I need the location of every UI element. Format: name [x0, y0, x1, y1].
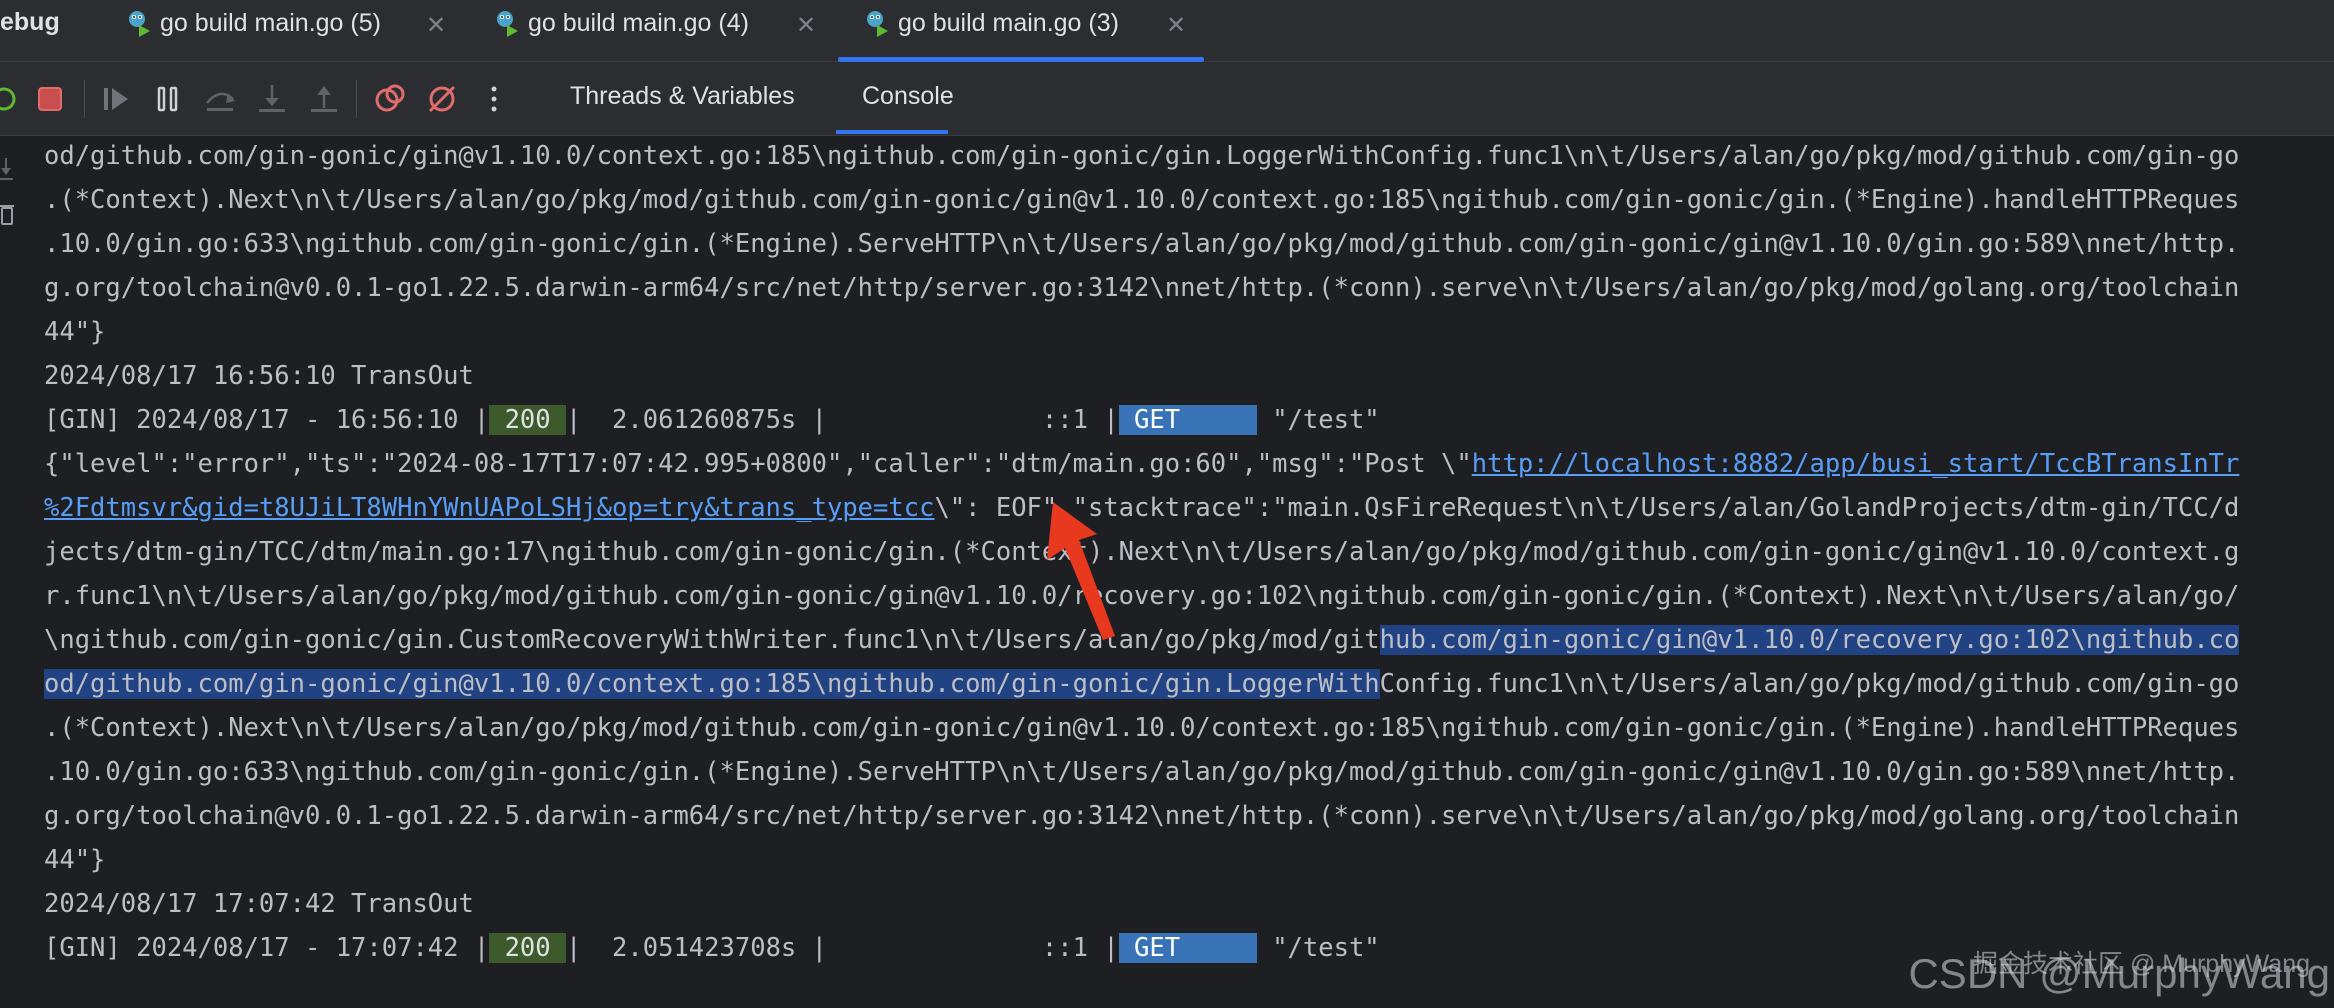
- console-line: od/github.com/gin-gonic/gin@v1.10.0/cont…: [44, 141, 2240, 171]
- step-over-icon[interactable]: [202, 81, 238, 117]
- panel-title: ebug: [0, 8, 60, 36]
- gin-log-line: [GIN] 2024/08/17 - 16:56:10 | 200 | 2.06…: [44, 400, 1380, 440]
- view-breakpoints-icon[interactable]: [372, 81, 408, 117]
- tab-label: go build main.go (4): [528, 9, 749, 37]
- pause-icon[interactable]: [150, 81, 186, 117]
- console-line: .(*Context).Next\n\t/Users/alan/go/pkg/m…: [44, 185, 2240, 215]
- tab-threads-variables[interactable]: Threads & Variables: [570, 82, 795, 111]
- text-selection: hub.com/gin-gonic/gin@v1.10.0/recovery.g…: [1379, 625, 2240, 655]
- console-line: r.func1\n\t/Users/alan/go/pkg/mod/github…: [44, 581, 2240, 611]
- request-url-link[interactable]: %2Fdtmsvr&gid=t8UJiLT8WHnYWnUAPoLSHj&op=…: [44, 493, 934, 523]
- go-run-config-icon: [129, 11, 150, 37]
- stop-icon[interactable]: [32, 81, 68, 117]
- tab-label: go build main.go (5): [160, 9, 381, 37]
- console-line: .(*Context).Next\n\t/Users/alan/go/pkg/m…: [44, 713, 2240, 743]
- console-gutter: [0, 136, 34, 1008]
- gin-log-prefix: [GIN] 2024/08/17 - 16:56:10 |: [44, 405, 490, 435]
- tab-go-build-3[interactable]: go build main.go (3) ✕: [864, 0, 1204, 62]
- request-path: "/test": [1256, 405, 1380, 435]
- console-line: jects/dtm-gin/TCC/dtm/main.go:17\ngithub…: [44, 537, 2240, 567]
- gin-log-timing: | 2.061260875s | ::1 |: [565, 405, 1119, 435]
- request-url-link[interactable]: http://localhost:8882/app/busi_start/Tcc…: [1472, 449, 2240, 479]
- tab-label: go build main.go (3): [898, 9, 1119, 37]
- close-icon[interactable]: ✕: [796, 11, 816, 40]
- scroll-to-end-icon[interactable]: [0, 156, 18, 182]
- text-selection: od/github.com/gin-gonic/gin@v1.10.0/cont…: [44, 669, 1380, 699]
- watermark: CSDN @MurphyWang: [1908, 950, 2330, 997]
- console-output[interactable]: od/github.com/gin-gonic/gin@v1.10.0/cont…: [44, 136, 2334, 1008]
- more-icon[interactable]: [476, 81, 512, 117]
- console-text: Config.func1\n\t/Users/alan/go/pkg/mod/g…: [1379, 669, 2240, 699]
- console-line: .10.0/gin.go:633\ngithub.com/gin-gonic/g…: [44, 229, 2240, 259]
- console-line: {"level":"error","ts":"2024-08-17T17:07:…: [44, 444, 2239, 484]
- step-out-icon[interactable]: [306, 81, 342, 117]
- method-badge: GET: [1118, 405, 1257, 435]
- go-run-config-icon: [497, 11, 518, 37]
- step-into-icon[interactable]: [254, 81, 290, 117]
- close-icon[interactable]: ✕: [1166, 11, 1186, 40]
- console-line: 44"}: [44, 317, 106, 347]
- console-line: 44"}: [44, 845, 106, 875]
- error-json-text: \": EOF","stacktrace":"main.QsFireReques…: [934, 493, 2240, 523]
- console-line: %2Fdtmsvr&gid=t8UJiLT8WHnYWnUAPoLSHj&op=…: [44, 488, 2239, 528]
- request-path: "/test": [1256, 933, 1380, 963]
- console-line: \ngithub.com/gin-gonic/gin.CustomRecover…: [44, 620, 2240, 660]
- gin-log-timing: | 2.051423708s | ::1 |: [565, 933, 1119, 963]
- console-line: g.org/toolchain@v0.0.1-go1.22.5.darwin-a…: [44, 273, 2240, 303]
- tab-go-build-4[interactable]: go build main.go (4) ✕: [494, 0, 824, 62]
- gin-log-prefix: [GIN] 2024/08/17 - 17:07:42 |: [44, 933, 490, 963]
- go-run-config-icon: [867, 11, 888, 37]
- active-subtab-indicator: [836, 130, 948, 134]
- resume-icon[interactable]: [98, 81, 134, 117]
- console-line: .10.0/gin.go:633\ngithub.com/gin-gonic/g…: [44, 757, 2240, 787]
- mute-breakpoints-icon[interactable]: [424, 81, 460, 117]
- tab-console[interactable]: Console: [862, 82, 954, 111]
- toolbar-separator: [84, 80, 85, 118]
- run-tab-bar: ebug go build main.go (5) ✕ go build mai…: [0, 0, 2334, 62]
- method-badge: GET: [1118, 933, 1257, 963]
- rerun-icon[interactable]: [0, 81, 22, 117]
- console-line: 2024/08/17 17:07:42 TransOut: [44, 889, 474, 919]
- status-badge: 200: [489, 933, 566, 963]
- clear-all-icon[interactable]: [0, 202, 18, 228]
- gin-log-line: [GIN] 2024/08/17 - 17:07:42 | 200 | 2.05…: [44, 928, 1380, 968]
- console-line: 2024/08/17 16:56:10 TransOut: [44, 361, 474, 391]
- toolbar-separator: [356, 80, 357, 118]
- tab-go-build-5[interactable]: go build main.go (5) ✕: [126, 0, 456, 62]
- console-line: g.org/toolchain@v0.0.1-go1.22.5.darwin-a…: [44, 801, 2240, 831]
- console-line: od/github.com/gin-gonic/gin@v1.10.0/cont…: [44, 664, 2239, 704]
- debug-toolbar: Threads & Variables Console: [0, 62, 2334, 136]
- close-icon[interactable]: ✕: [426, 11, 446, 40]
- console-text: \ngithub.com/gin-gonic/gin.CustomRecover…: [44, 625, 1380, 655]
- status-badge: 200: [489, 405, 566, 435]
- error-json-text: {"level":"error","ts":"2024-08-17T17:07:…: [44, 449, 1472, 479]
- annotation-arrow-icon: [1047, 502, 1115, 640]
